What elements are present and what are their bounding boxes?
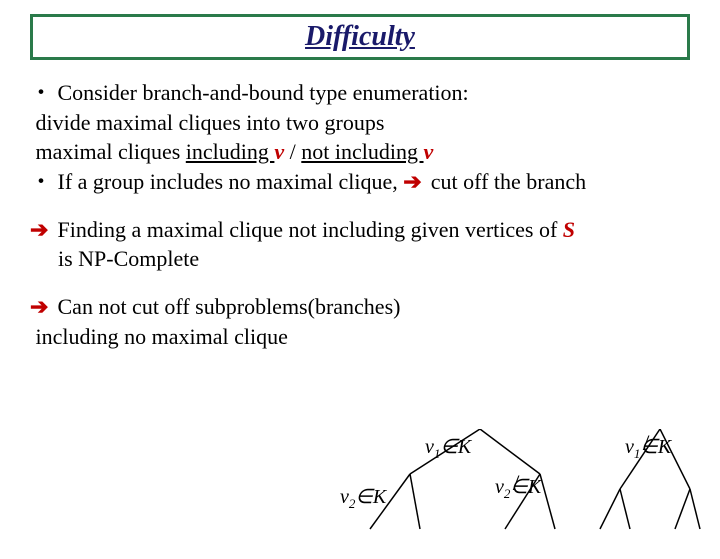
cannot-text-b: including no maximal clique <box>36 324 288 349</box>
bullet-2-suffix: cut off the branch <box>425 169 586 194</box>
including-underline: including <box>186 139 275 164</box>
content-area: ・ Consider branch-and-bound type enumera… <box>0 60 720 352</box>
paragraph-3: ➔ Can not cut off subproblems(branches) … <box>30 292 690 351</box>
label-v1-in-k: v1∈K <box>425 434 471 462</box>
arrow-icon: ➔ <box>403 167 425 197</box>
label-v2-notin-k: v2∈/K <box>495 474 541 502</box>
finding-text-a: Finding a maximal clique not including g… <box>52 217 563 242</box>
separator-slash: / <box>284 139 301 164</box>
cannot-text-a: Can not cut off subproblems(branches) <box>52 294 400 319</box>
bullet-1-line1: ・ Consider branch-and-bound type enumera… <box>30 80 469 105</box>
paragraph-1: ・ Consider branch-and-bound type enumera… <box>30 78 690 197</box>
paragraph-2: ➔ Finding a maximal clique not including… <box>30 215 690 274</box>
bullet-1-line2: divide maximal cliques into two groups <box>36 110 385 135</box>
arrow-icon: ➔ <box>30 215 52 245</box>
variable-v-2: v <box>424 139 434 164</box>
tree-diagram: v1∈K v1∈/K v2∈K v2∈/K <box>330 429 710 549</box>
label-v2-in-k: v2∈K <box>340 484 386 512</box>
bullet-2-prefix: ・ If a group includes no maximal clique, <box>30 169 403 194</box>
variable-v-1: v <box>274 139 284 164</box>
title-box: Difficulty <box>30 14 690 60</box>
not-including-underline: not including <box>301 139 423 164</box>
arrow-icon: ➔ <box>30 292 52 322</box>
label-v1-notin-k: v1∈/K <box>625 434 671 462</box>
finding-text-b: is NP-Complete <box>30 246 199 271</box>
page-title: Difficulty <box>305 21 415 52</box>
bullet-1-line3a: maximal cliques <box>36 139 186 164</box>
variable-s: S <box>563 217 575 242</box>
